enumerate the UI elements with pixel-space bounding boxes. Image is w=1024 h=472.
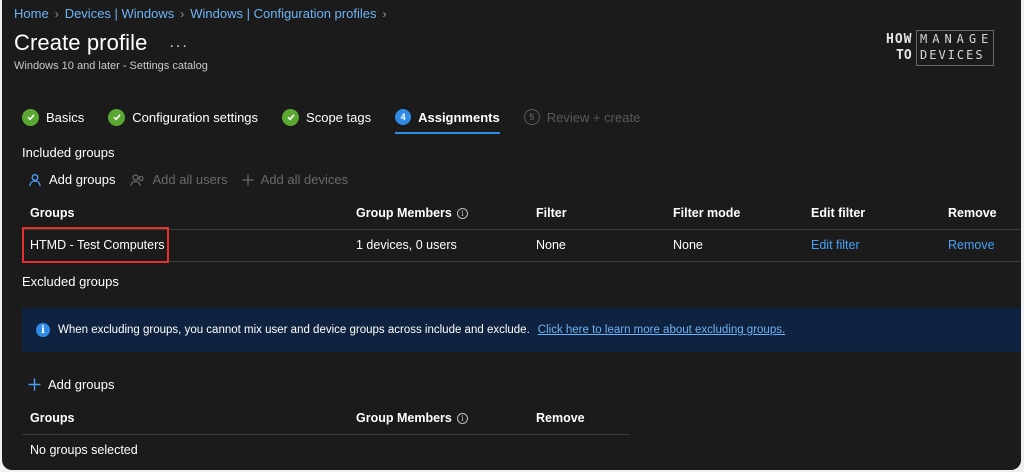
- column-header-groups: Groups: [30, 411, 75, 425]
- step-number-icon: 5: [523, 109, 540, 125]
- title-row: Create profile ...: [14, 30, 189, 56]
- plus-icon: [28, 378, 41, 391]
- step-label: Basics: [46, 109, 85, 125]
- page-title: Create profile: [14, 30, 148, 55]
- step-label: Review + create: [546, 109, 641, 125]
- row-divider: [22, 261, 1021, 262]
- step-assignments[interactable]: 4 Assignments: [395, 106, 500, 134]
- breadcrumb-devices-windows[interactable]: Devices | Windows: [65, 6, 175, 21]
- info-icon: i: [456, 412, 468, 424]
- step-label: Configuration settings: [132, 109, 259, 125]
- learn-more-link[interactable]: Click here to learn more about excluding…: [538, 324, 785, 336]
- people-icon: [129, 173, 144, 186]
- info-banner: i When excluding groups, you cannot mix …: [22, 308, 1021, 352]
- remove-link[interactable]: Remove: [948, 229, 995, 261]
- table-row: HTMD - Test Computers 1 devices, 0 users…: [22, 229, 1021, 261]
- step-number-icon: 4: [395, 109, 412, 125]
- info-icon: i: [456, 207, 468, 219]
- wizard-steps: Basics Configuration settings Scope tags…: [22, 106, 664, 134]
- column-header-filter-mode: Filter mode: [673, 206, 741, 220]
- included-command-bar: Add groups Add all users Add all devices: [28, 172, 348, 187]
- step-review-create: 5 Review + create: [523, 106, 641, 128]
- filter-value: None: [536, 238, 566, 252]
- logo: HOW TO MANAGE DEVICES: [886, 28, 996, 68]
- breadcrumb-configuration-profiles[interactable]: Windows | Configuration profiles: [190, 6, 376, 21]
- breadcrumb: Home › Devices | Windows › Windows | Con…: [14, 6, 386, 21]
- step-basics[interactable]: Basics: [22, 106, 84, 128]
- add-groups-label: Add groups: [48, 377, 115, 392]
- add-all-users-button: Add all users: [129, 172, 228, 187]
- add-groups-button[interactable]: Add groups: [28, 172, 116, 187]
- add-all-devices-button: Add all devices: [242, 172, 348, 187]
- table-header: Groups Group Members i Filter Filter mod…: [22, 197, 1021, 229]
- logo-how-text: HOW: [886, 32, 913, 47]
- person-icon: [29, 173, 41, 186]
- column-header-group-members: Group Members i: [356, 402, 468, 434]
- included-groups-table: Groups Group Members i Filter Filter mod…: [22, 197, 1021, 262]
- info-icon: i: [36, 323, 50, 337]
- breadcrumb-home[interactable]: Home: [14, 6, 49, 21]
- column-header-label: Group Members: [356, 206, 452, 220]
- step-scope-tags[interactable]: Scope tags: [282, 106, 371, 128]
- checkmark-icon: [282, 108, 300, 126]
- excluded-groups-heading: Excluded groups: [22, 274, 119, 289]
- table-header: Groups Group Members i Remove: [22, 402, 630, 434]
- chevron-right-icon: ›: [382, 6, 387, 21]
- add-excluded-groups-button[interactable]: Add groups: [28, 377, 115, 392]
- app-window: Home › Devices | Windows › Windows | Con…: [2, 0, 1021, 470]
- page-subtitle: Windows 10 and later - Settings catalog: [14, 60, 208, 72]
- plus-icon: [242, 174, 254, 185]
- column-header-filter: Filter: [536, 206, 567, 220]
- logo-manage-text: MANAGE: [920, 32, 994, 46]
- table-row: No groups selected: [22, 434, 630, 466]
- step-configuration-settings[interactable]: Configuration settings: [108, 106, 258, 128]
- excluded-command-bar: Add groups: [28, 377, 115, 392]
- add-all-users-label: Add all users: [152, 172, 228, 187]
- column-header-remove: Remove: [948, 206, 997, 220]
- add-all-devices-label: Add all devices: [260, 172, 349, 187]
- group-members: 1 devices, 0 users: [356, 238, 457, 252]
- logo-devices-text: DEVICES: [920, 48, 985, 62]
- excluded-groups-table: Groups Group Members i Remove No groups …: [22, 402, 630, 466]
- checkmark-icon: [108, 108, 126, 126]
- column-header-groups: Groups: [30, 206, 75, 220]
- step-label: Assignments: [418, 109, 500, 125]
- chevron-right-icon: ›: [180, 6, 185, 21]
- more-options-button[interactable]: ...: [169, 34, 188, 52]
- highlight-box: [22, 227, 169, 263]
- edit-filter-link[interactable]: Edit filter: [811, 229, 860, 261]
- column-header-edit-filter: Edit filter: [811, 206, 866, 220]
- info-text: When excluding groups, you cannot mix us…: [58, 324, 530, 336]
- checkmark-icon: [22, 108, 39, 126]
- add-groups-label: Add groups: [49, 172, 116, 187]
- chevron-right-icon: ›: [54, 6, 59, 21]
- column-header-label: Group Members: [356, 411, 452, 425]
- step-label: Scope tags: [306, 109, 372, 125]
- column-header-remove: Remove: [536, 411, 585, 425]
- filter-mode-value: None: [673, 238, 703, 252]
- empty-state-text: No groups selected: [30, 443, 138, 457]
- column-header-group-members: Group Members i: [356, 197, 468, 229]
- logo-to-text: TO: [896, 48, 912, 63]
- included-groups-heading: Included groups: [22, 145, 115, 160]
